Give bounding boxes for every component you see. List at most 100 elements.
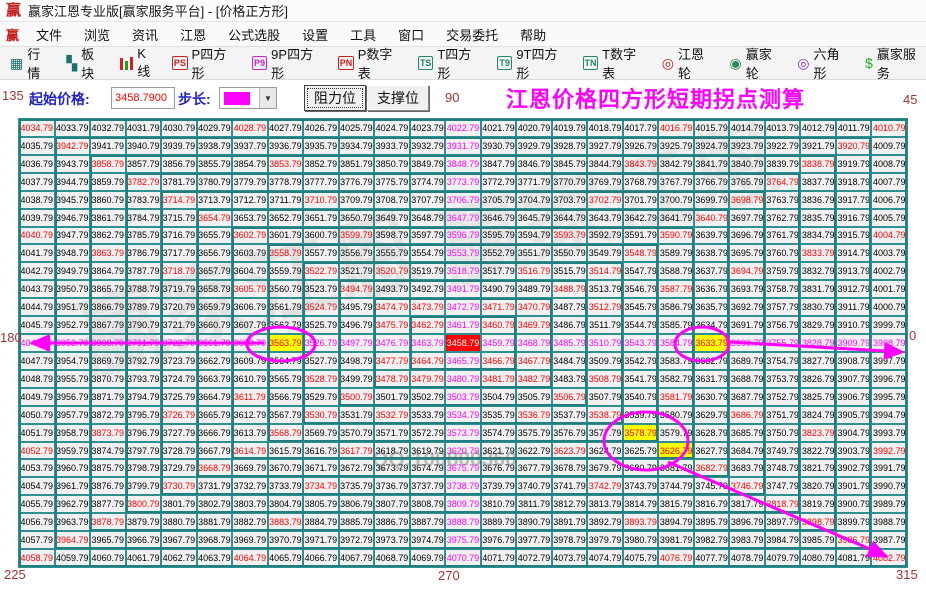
grid-cell: 3461.79 [445, 316, 481, 335]
grid-cell: 3872.79 [90, 405, 126, 424]
resistance-button[interactable]: 阻力位 [304, 85, 366, 111]
grid-cell: 4008.79 [871, 154, 907, 173]
grid-cell: 4031.79 [125, 119, 162, 137]
grid-cell: 3887.79 [409, 513, 446, 532]
menu-item-7[interactable]: 窗口 [387, 22, 435, 47]
grid-cell: 3910.79 [835, 316, 872, 335]
chevron-down-icon[interactable]: ▼ [259, 88, 276, 108]
grid-cell: 3846.79 [516, 154, 552, 173]
grid-cell: 3673.79 [374, 459, 410, 478]
toolbar-button-gann-wheel[interactable]: ◎ 江恩轮 [662, 44, 715, 82]
toolbar-button-t-square[interactable]: TS T四方形 [418, 44, 482, 82]
toolbar-button-9p-square[interactable]: P9 9P四方形 [251, 44, 324, 82]
grid-cell: 3694.79 [729, 262, 765, 281]
grid-cell: 3979.79 [587, 531, 623, 550]
grid-cell: 3710.79 [303, 190, 339, 209]
grid-cell: 3606.79 [232, 298, 268, 317]
t9-badge-icon: T9 [497, 56, 513, 70]
grid-cell: 4012.79 [800, 119, 836, 137]
grid-cell: 3958.79 [54, 423, 91, 442]
grid-cell: 3816.79 [693, 495, 730, 514]
grid-cell: 3766.79 [693, 172, 730, 191]
grid-cell: 3660.79 [196, 316, 233, 335]
grid-cell: 3885.79 [338, 513, 375, 532]
grid-cell: 3909.79 [835, 334, 872, 352]
grid-cell: 3467.79 [516, 351, 552, 370]
control-bar: 起始价格: 步长: ▼ 阻力位 支撑位 江恩价格四方形短期拐点测算 [0, 80, 926, 117]
toolbar-button-9t-square[interactable]: T9 9T四方形 [497, 44, 568, 82]
grid-cell: 4057.79 [19, 531, 55, 550]
tn-badge-icon: TN [582, 56, 599, 70]
grid-cell: 3770.79 [551, 172, 588, 191]
menu-item-9[interactable]: 帮助 [509, 22, 557, 47]
toolbar-button-t-number-table[interactable]: TN T数字表 [582, 44, 647, 82]
grid-cell: 4070.79 [445, 549, 481, 567]
start-price-input[interactable] [111, 87, 175, 109]
grid-cell: 3625.79 [622, 441, 659, 460]
grid-cell: 3845.79 [551, 154, 588, 173]
support-button[interactable]: 支撑位 [367, 85, 429, 111]
grid-cell: 3772.79 [480, 172, 517, 191]
candlestick-icon [120, 56, 134, 70]
grid-cell: 4000.79 [871, 298, 907, 317]
page-title: 江恩价格四方形短期拐点测算 [506, 87, 806, 112]
menu-item-5[interactable]: 设置 [291, 22, 339, 47]
toolbar-button-quotes[interactable]: ▦ 行情 [10, 44, 51, 82]
grid-cell: 3823.79 [800, 423, 836, 442]
menu-item-0[interactable]: 文件 [25, 22, 73, 47]
grid-cell: 3651.79 [303, 208, 339, 227]
grid-cell: 3705.79 [480, 190, 517, 209]
grid-cell: 3683.79 [729, 459, 765, 478]
toolbar-button-winner-wheel[interactable]: ◉ 赢家轮 [730, 44, 783, 82]
grid-cell: 3591.79 [622, 226, 659, 245]
grid-cell: 3944.79 [54, 172, 91, 191]
grid-cell: 4005.79 [871, 208, 907, 227]
grid-cell: 4027.79 [267, 119, 304, 137]
grid-cell: 3783.79 [125, 190, 162, 209]
grid-cell: 3720.79 [161, 298, 197, 317]
menu-item-6[interactable]: 工具 [339, 22, 387, 47]
grid-cell: 3977.79 [516, 531, 552, 550]
menu-item-4[interactable]: 公式选股 [217, 22, 291, 47]
grid-cell: 3731.79 [196, 477, 233, 496]
grid-cell: 3499.79 [338, 369, 375, 388]
grid-cell: 4060.79 [90, 549, 126, 567]
grid-cell: 3804.79 [267, 495, 304, 514]
grid-cell: 3539.79 [622, 405, 659, 424]
menu-item-1[interactable]: 浏览 [73, 22, 121, 47]
grid-cell: 4058.79 [19, 549, 55, 567]
grid-cell: 3635.79 [693, 298, 730, 317]
menu-item-3[interactable]: 江恩 [169, 22, 217, 47]
grid-cell: 3679.79 [587, 459, 623, 478]
grid-cell: 4050.79 [19, 405, 55, 424]
toolbar-button-hexagon[interactable]: ◎ 六角形 [797, 44, 850, 82]
grid-cell: 3831.79 [800, 280, 836, 299]
grid-cell: 3782.79 [125, 172, 162, 191]
grid-cell: 3956.79 [54, 387, 91, 406]
grid-cell: 3765.79 [729, 172, 765, 191]
grid-cell: 3859.79 [90, 172, 126, 191]
child-window-icon[interactable]: 赢 [6, 25, 19, 44]
grid-cell: 4016.79 [658, 119, 694, 137]
grid-cell: 3953.79 [54, 334, 91, 352]
grid-cell: 3911.79 [835, 298, 872, 317]
toolbar-button-kline[interactable]: K线 [120, 46, 157, 80]
toolbar-button-p-number-table[interactable]: PN P数字表 [338, 44, 403, 82]
grid-cell: 3821.79 [800, 459, 836, 478]
grid-cell: 3534.79 [445, 405, 481, 424]
grid-cell: 3536.79 [516, 405, 552, 424]
toolbar-button-sectors[interactable]: ▚ 板块 [66, 44, 105, 82]
menu-item-2[interactable]: 资讯 [121, 22, 169, 47]
grid-cell: 3688.79 [729, 369, 765, 388]
grid-cell: 3843.79 [622, 154, 659, 173]
toolbar-button-winner-service[interactable]: $ 赢家服务 [865, 44, 926, 82]
step-color-combobox[interactable]: ▼ [219, 87, 277, 109]
toolbar-button-p-square[interactable]: PS P四方形 [172, 44, 237, 82]
grid-cell: 3917.79 [835, 190, 872, 209]
grid-cell: 3652.79 [267, 208, 304, 227]
hexagon-icon: ◎ [797, 55, 810, 71]
grid-cell: 3607.79 [232, 316, 268, 335]
toolbar-button-label: P数字表 [357, 47, 393, 81]
grid-cell: 4073.79 [551, 549, 588, 567]
menu-item-8[interactable]: 交易委托 [435, 22, 509, 47]
